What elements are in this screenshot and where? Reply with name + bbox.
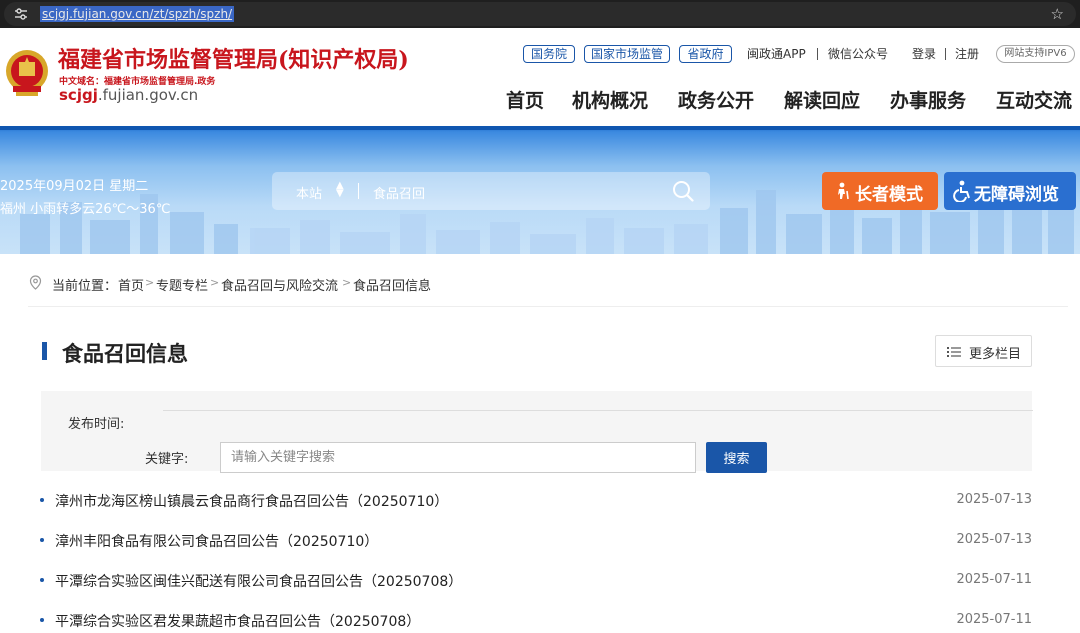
browser-toolbar: scjgj.fujian.gov.cn/zt/spzh/spzh/ ☆ bbox=[0, 0, 1080, 28]
bullet-icon bbox=[40, 578, 44, 582]
publish-time-label: 发布时间: bbox=[68, 417, 125, 432]
breadcrumb-topics[interactable]: 专题专栏 bbox=[156, 275, 208, 294]
nav-government-affairs[interactable]: 政务公开 bbox=[678, 88, 754, 114]
news-date: 2025-07-11 bbox=[956, 612, 1032, 627]
login-link[interactable]: 登录 bbox=[912, 46, 936, 62]
search-input[interactable]: 食品召回 bbox=[373, 183, 425, 202]
news-title[interactable]: 平潭综合实验区君发果蔬超市食品召回公告（20250708） bbox=[55, 611, 420, 631]
list-item[interactable]: 漳州市龙海区榜山镇晨云食品商行食品召回公告（20250710） 2025-07-… bbox=[40, 488, 1032, 512]
divider bbox=[163, 410, 1033, 411]
nav-organization[interactable]: 机构概况 bbox=[572, 88, 648, 114]
main-content: 当前位置： 首页 > 专题专栏 > 食品召回与风险交流 > 食品召回信息 食品召… bbox=[0, 254, 1080, 633]
divider bbox=[28, 306, 1068, 307]
breadcrumb-current[interactable]: 食品召回信息 bbox=[353, 275, 431, 294]
banner: 2025年09月02日 星期二 福州 小雨转多云26℃～36℃ 本站 ▲ ▼ 食品… bbox=[0, 126, 1080, 254]
link-wechat[interactable]: 微信公众号 bbox=[828, 46, 888, 62]
location-pin-icon bbox=[29, 275, 42, 290]
news-title[interactable]: 漳州丰阳食品有限公司食品召回公告（20250710） bbox=[55, 531, 378, 551]
filter-panel: 发布时间: 关键字: 搜索 bbox=[41, 391, 1033, 473]
breadcrumb-food-recall[interactable]: 食品召回与风险交流 bbox=[221, 275, 338, 294]
list-icon bbox=[947, 347, 961, 357]
section-title: 食品召回信息 bbox=[62, 342, 188, 366]
list-item[interactable]: 漳州丰阳食品有限公司食品召回公告（20250710） 2025-07-13 bbox=[40, 528, 1032, 552]
news-title[interactable]: 漳州市龙海区榜山镇晨云食品商行食品召回公告（20250710） bbox=[55, 491, 448, 511]
nav-services[interactable]: 办事服务 bbox=[890, 88, 966, 114]
site-search-box[interactable]: 本站 ▲ ▼ 食品召回 bbox=[272, 172, 710, 210]
breadcrumb: 当前位置： 首页 > 专题专栏 > 食品召回与风险交流 > 食品召回信息 bbox=[28, 274, 1068, 294]
keyword-input[interactable] bbox=[220, 442, 696, 473]
search-button[interactable]: 搜索 bbox=[706, 442, 767, 473]
link-provincial-gov[interactable]: 省政府 bbox=[679, 45, 732, 63]
accessible-browse-button[interactable]: 无障碍浏览 bbox=[944, 172, 1076, 210]
bullet-icon bbox=[40, 538, 44, 542]
bullet-icon bbox=[40, 618, 44, 622]
search-scope-select[interactable]: 本站 bbox=[296, 183, 322, 202]
news-title[interactable]: 平潭综合实验区闽佳兴配送有限公司食品召回公告（20250708） bbox=[55, 571, 462, 591]
nav-home[interactable]: 首页 bbox=[506, 88, 544, 114]
bullet-icon bbox=[40, 498, 44, 502]
nav-interpretation[interactable]: 解读回应 bbox=[784, 88, 860, 114]
elder-person-icon bbox=[838, 182, 849, 200]
main-nav: 首页 机构概况 政务公开 解读回应 办事服务 互动交流 bbox=[0, 88, 1080, 114]
address-bar[interactable]: scjgj.fujian.gov.cn/zt/spzh/spzh/ ☆ bbox=[4, 2, 1076, 26]
breadcrumb-separator: > bbox=[210, 276, 220, 289]
news-date: 2025-07-13 bbox=[956, 532, 1032, 547]
current-date: 2025年09月02日 星期二 bbox=[0, 179, 149, 194]
scope-arrows-icon[interactable]: ▲ ▼ bbox=[336, 181, 344, 199]
register-link[interactable]: 注册 bbox=[955, 46, 979, 62]
banner-top-line bbox=[0, 126, 1080, 130]
site-settings-icon[interactable] bbox=[14, 7, 28, 21]
nav-interaction[interactable]: 互动交流 bbox=[996, 88, 1072, 114]
breadcrumb-home[interactable]: 首页 bbox=[118, 275, 144, 294]
link-minzhengtong-app[interactable]: 闽政通APP bbox=[747, 46, 806, 62]
wheelchair-icon bbox=[953, 180, 970, 202]
breadcrumb-separator: > bbox=[342, 276, 352, 289]
search-icon[interactable] bbox=[672, 180, 694, 202]
section-title-accent bbox=[42, 342, 47, 360]
top-links: 国务院 国家市场监管 省政府 闽政通APP 微信公众号 登录 注册 网站支持IP… bbox=[0, 45, 1080, 65]
breadcrumb-separator: > bbox=[145, 276, 155, 289]
separator bbox=[945, 48, 946, 60]
separator bbox=[817, 48, 818, 60]
url-text[interactable]: scjgj.fujian.gov.cn/zt/spzh/spzh/ bbox=[40, 6, 235, 22]
list-item[interactable]: 平潭综合实验区君发果蔬超市食品召回公告（20250708） 2025-07-11 bbox=[40, 608, 1032, 632]
news-date: 2025-07-11 bbox=[956, 572, 1032, 587]
accessible-label: 无障碍浏览 bbox=[974, 185, 1059, 205]
link-national-market-regulation[interactable]: 国家市场监管 bbox=[584, 45, 670, 63]
ipv6-badge: 网站支持IPV6 bbox=[996, 45, 1075, 63]
more-columns-button[interactable]: 更多栏目 bbox=[935, 335, 1032, 367]
breadcrumb-label: 当前位置： bbox=[52, 279, 118, 294]
search-divider bbox=[358, 183, 359, 199]
elder-mode-button[interactable]: 长者模式 bbox=[822, 172, 938, 210]
link-guowuyuan[interactable]: 国务院 bbox=[523, 45, 575, 63]
elder-mode-label: 长者模式 bbox=[855, 185, 923, 205]
weather-info: 福州 小雨转多云26℃～36℃ bbox=[0, 202, 171, 217]
news-date: 2025-07-13 bbox=[956, 492, 1032, 507]
site-header: 福建省市场监督管理局(知识产权局) 中文域名：福建省市场监督管理局.政务 scj… bbox=[0, 28, 1080, 126]
bookmark-star-icon[interactable]: ☆ bbox=[1051, 5, 1064, 23]
keyword-label: 关键字: bbox=[145, 452, 189, 467]
list-item[interactable]: 平潭综合实验区闽佳兴配送有限公司食品召回公告（20250708） 2025-07… bbox=[40, 568, 1032, 592]
more-columns-label: 更多栏目 bbox=[969, 347, 1022, 362]
